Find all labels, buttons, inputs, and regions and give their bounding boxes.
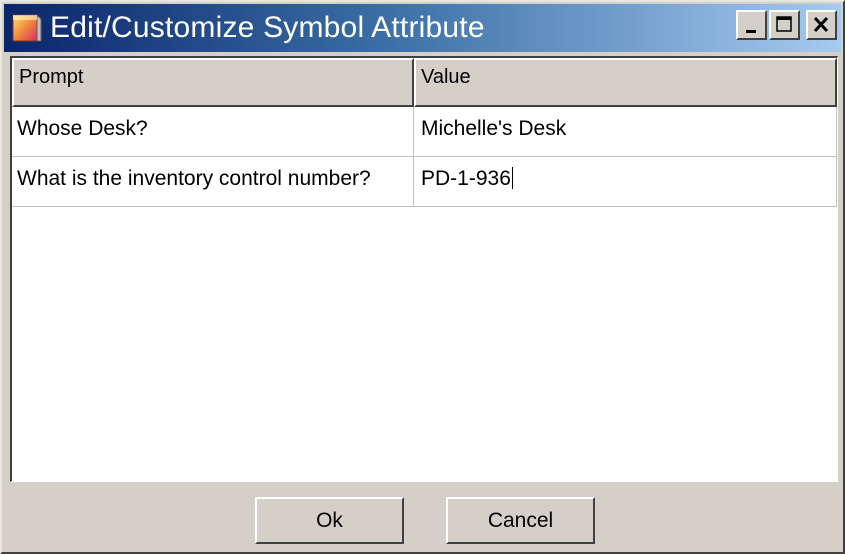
window-controls <box>736 10 837 40</box>
button-bar: Ok Cancel <box>4 484 841 550</box>
close-button[interactable] <box>806 10 837 40</box>
text-caret <box>511 167 513 189</box>
minimize-icon <box>746 30 756 33</box>
prompt-cell: Whose Desk? <box>12 107 414 157</box>
ok-button[interactable]: Ok <box>255 497 404 544</box>
attribute-grid[interactable]: Prompt Value Whose Desk? Michelle's Desk… <box>10 56 838 482</box>
title-bar[interactable]: Edit/Customize Symbol Attribute <box>4 4 841 52</box>
value-cell[interactable]: Michelle's Desk <box>414 107 837 157</box>
window-title: Edit/Customize Symbol Attribute <box>50 11 485 44</box>
cancel-button[interactable]: Cancel <box>446 497 595 544</box>
column-header-prompt[interactable]: Prompt <box>12 58 414 107</box>
prompt-cell: What is the inventory control number? <box>12 157 414 207</box>
minimize-button[interactable] <box>736 10 767 40</box>
maximize-button[interactable] <box>769 10 800 40</box>
maximize-icon <box>776 16 792 32</box>
close-icon <box>813 16 829 33</box>
value-cell-editing[interactable]: PD-1-936 <box>414 157 837 207</box>
table-row[interactable]: Whose Desk? Michelle's Desk <box>12 107 837 157</box>
table-row[interactable]: What is the inventory control number? PD… <box>12 157 837 207</box>
value-text[interactable]: PD-1-936 <box>421 167 511 190</box>
edit-symbol-attribute-dialog: Edit/Customize Symbol Attribute Prompt V… <box>0 0 845 554</box>
grid-header: Prompt Value <box>12 58 837 107</box>
column-header-value[interactable]: Value <box>414 58 837 107</box>
symbol-attribute-icon <box>10 11 44 45</box>
